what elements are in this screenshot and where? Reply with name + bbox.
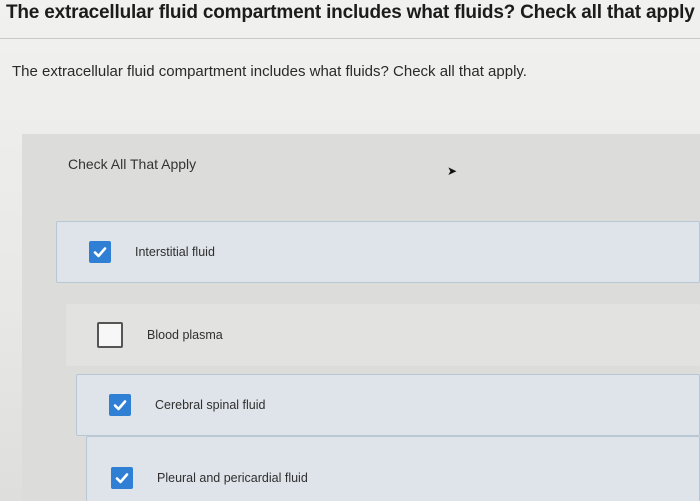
option-label: Blood plasma xyxy=(147,328,223,342)
question-prompt: The extracellular fluid compartment incl… xyxy=(12,63,527,80)
checkbox-checked-icon[interactable] xyxy=(109,394,131,416)
option-label: Interstitial fluid xyxy=(135,245,215,259)
header-divider xyxy=(0,38,700,39)
option-pleural-pericardial-fluid[interactable]: Pleural and pericardial fluid xyxy=(86,436,700,501)
page-title: The extracellular fluid compartment incl… xyxy=(6,2,695,23)
option-label: Pleural and pericardial fluid xyxy=(157,471,308,485)
page: The extracellular fluid compartment incl… xyxy=(0,0,700,501)
check-all-label: Check All That Apply xyxy=(68,156,197,172)
checkbox-checked-icon[interactable] xyxy=(89,241,111,263)
mouse-cursor-icon: ➤ xyxy=(447,164,458,178)
option-label: Cerebral spinal fluid xyxy=(155,398,266,412)
checkbox-checked-icon[interactable] xyxy=(111,467,133,489)
answer-panel: Check All That Apply ➤ Interstitial flui… xyxy=(22,134,700,501)
option-interstitial-fluid[interactable]: Interstitial fluid xyxy=(56,221,700,283)
option-blood-plasma[interactable]: Blood plasma xyxy=(66,304,700,366)
checkbox-unchecked-icon[interactable] xyxy=(97,322,123,348)
option-cerebral-spinal-fluid[interactable]: Cerebral spinal fluid xyxy=(76,374,700,436)
